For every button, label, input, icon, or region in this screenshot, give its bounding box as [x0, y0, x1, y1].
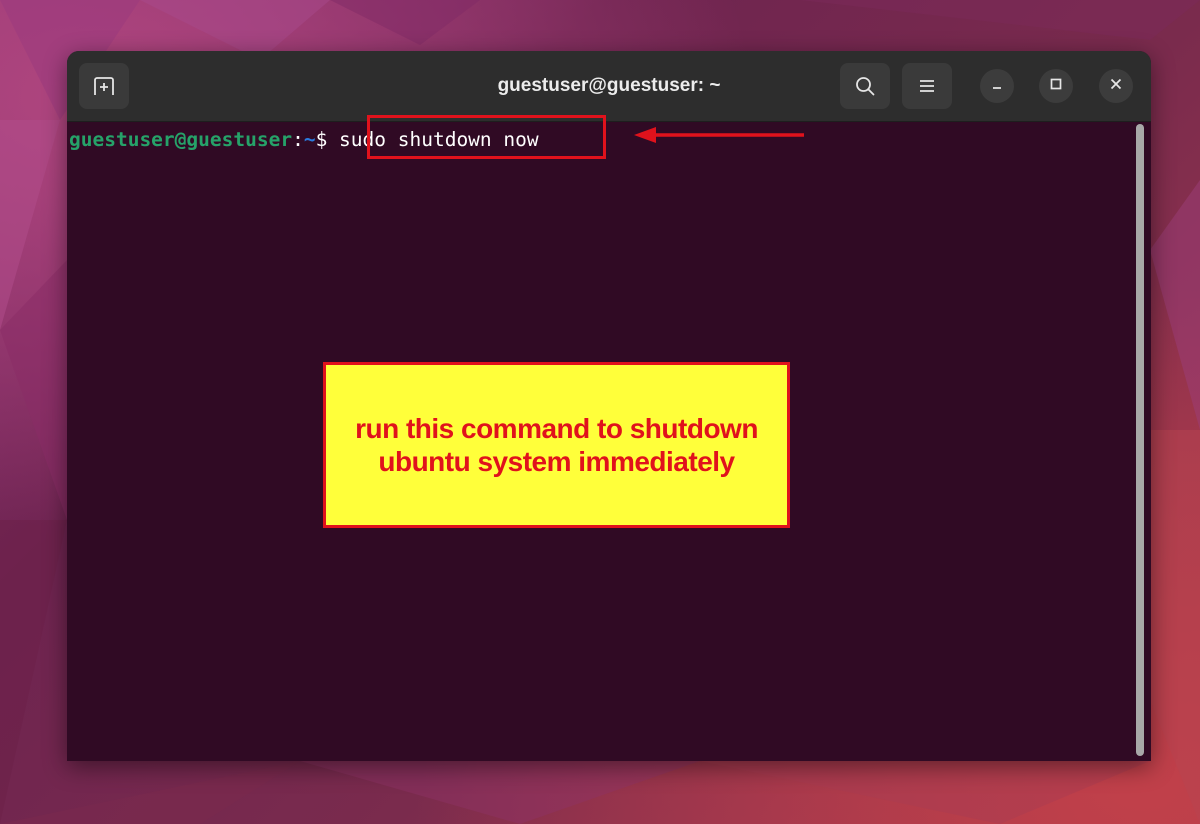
hamburger-menu-icon [918, 78, 936, 94]
annotation-callout: run this command to shutdown ubuntu syst… [323, 362, 790, 528]
scrollbar[interactable] [1136, 124, 1144, 756]
new-tab-button[interactable] [79, 63, 129, 109]
annotation-line-2: ubuntu system immediately [378, 446, 735, 477]
prompt-dollar: $ [315, 128, 340, 151]
annotation-arrow-icon [634, 127, 804, 143]
prompt-path: ~ [303, 128, 316, 151]
prompt-colon: : [292, 128, 304, 151]
command-highlight-box [367, 115, 606, 159]
header-bar: guestuser@guestuser: ~ [67, 51, 1151, 122]
maximize-button[interactable] [1039, 69, 1073, 103]
prompt-user: guestuser@guestuser [69, 128, 293, 151]
new-tab-icon [93, 76, 115, 96]
annotation-line-1: run this command to shutdown [355, 413, 758, 444]
minimize-button[interactable] [980, 69, 1014, 103]
close-icon [1109, 77, 1123, 96]
menu-button[interactable] [902, 63, 952, 109]
search-button[interactable] [840, 63, 890, 109]
maximize-icon [1049, 77, 1063, 96]
close-button[interactable] [1099, 69, 1133, 103]
search-icon [854, 75, 876, 97]
minimize-icon [990, 77, 1004, 96]
